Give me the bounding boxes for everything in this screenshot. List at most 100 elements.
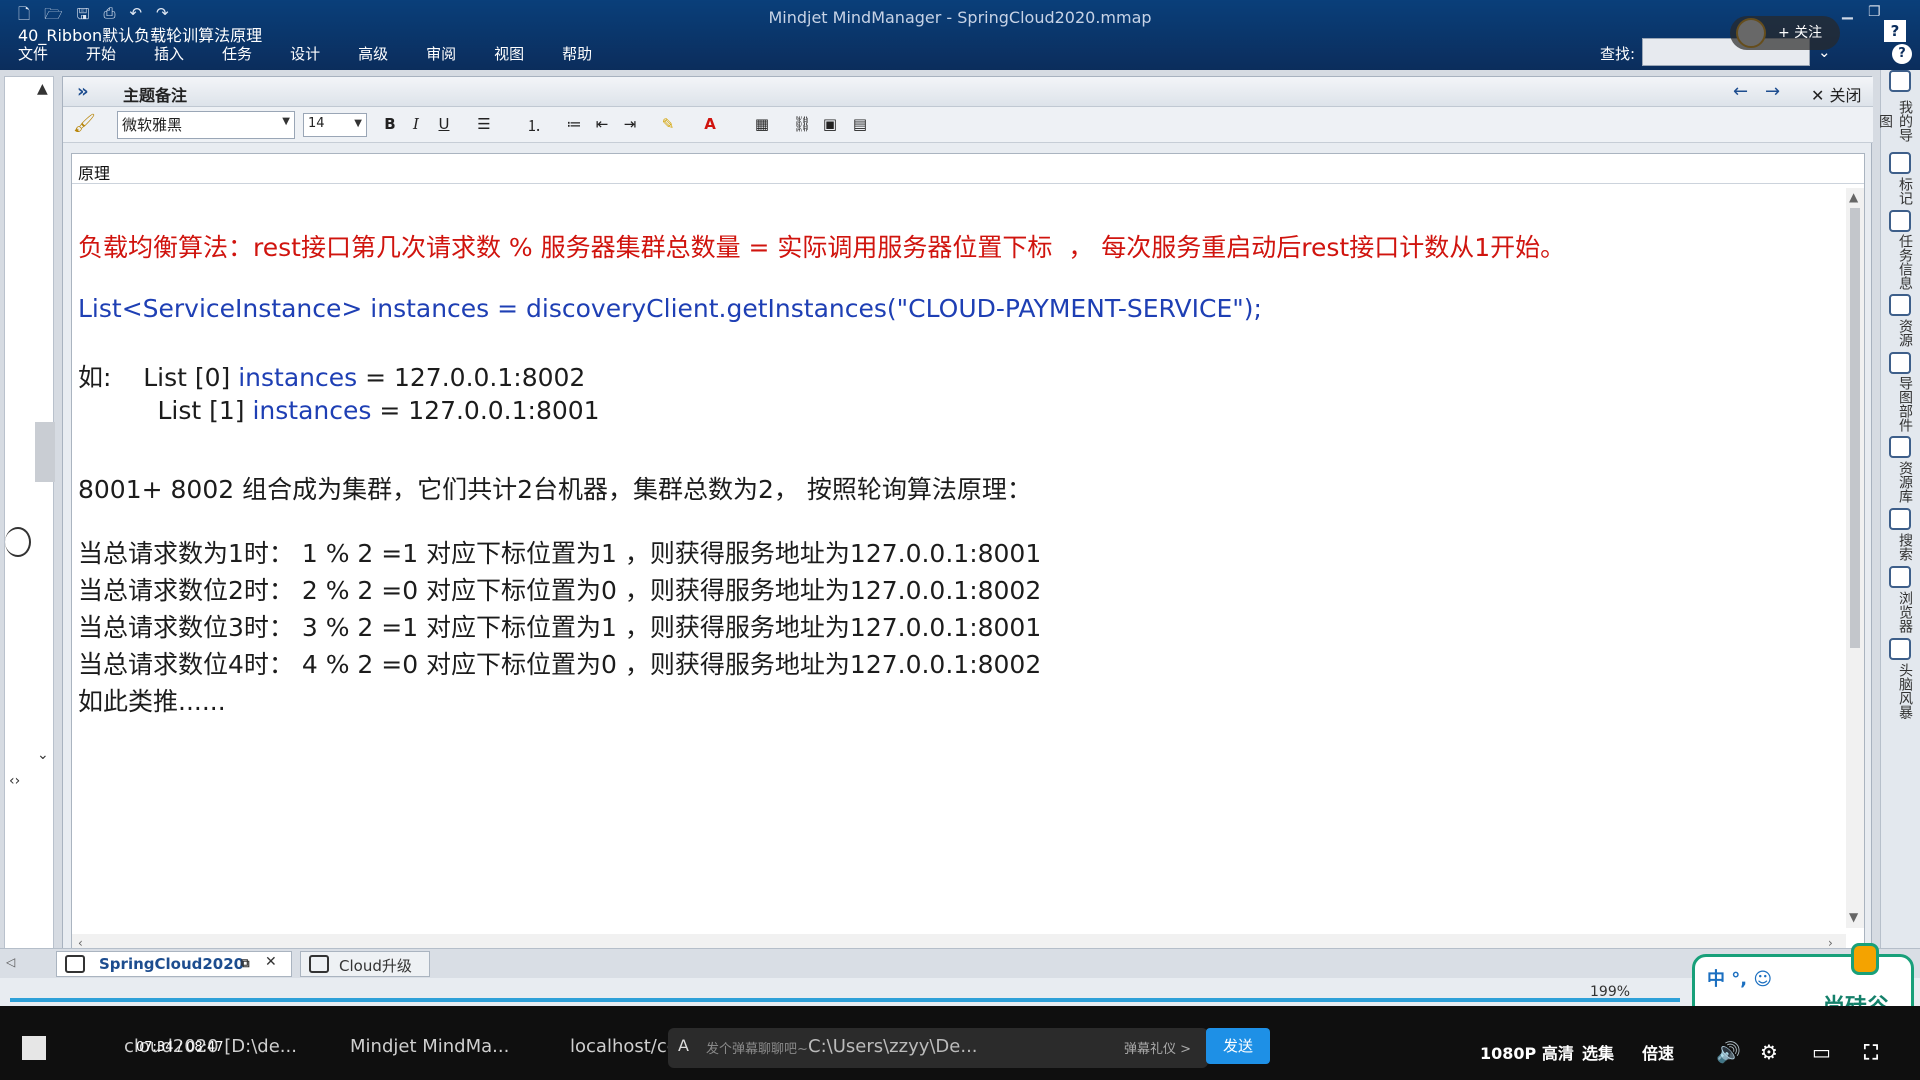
sidebar-search[interactable]: 搜索	[1887, 532, 1915, 562]
menu-advanced[interactable]: 高级	[340, 44, 408, 68]
markers-icon[interactable]	[1889, 152, 1911, 174]
image-icon[interactable]: ▣	[819, 115, 841, 133]
close-label: 关闭	[1829, 86, 1862, 105]
tab-scroll-left-icon[interactable]: ◁	[6, 955, 15, 969]
outdent-icon[interactable]: ⇤	[591, 115, 613, 133]
volume-icon[interactable]: 🔊	[1716, 1040, 1741, 1064]
help-circle-icon[interactable]: ?	[1892, 44, 1912, 64]
pin-icon[interactable]: ⧉	[241, 956, 250, 971]
italic-button[interactable]: I	[405, 115, 427, 133]
episodes-button[interactable]: 选集	[1582, 1040, 1614, 1064]
danmu-style-icon[interactable]: A	[678, 1036, 689, 1055]
table-icon[interactable]: ▦	[751, 115, 773, 133]
danmu-input[interactable]: A 发个弹幕聊聊吧~ C:\Users\zzyy\De... 弹幕礼仪 >	[668, 1028, 1208, 1068]
arrow-right-icon[interactable]: →	[1765, 81, 1780, 102]
tab-springcloud2020[interactable]: SpringCloud2020 ⧉ ✕	[56, 951, 292, 977]
find-label: 查找:	[1600, 45, 1636, 63]
vertical-scrollbar[interactable]: ▲ ▼	[1846, 188, 1864, 928]
font-color-icon[interactable]: A	[699, 115, 721, 133]
map-scrollbar-thumb[interactable]	[35, 422, 55, 482]
library-icon[interactable]	[1889, 436, 1911, 458]
quality-button[interactable]: 1080P 高清	[1480, 1040, 1574, 1064]
map-parts-icon[interactable]	[1889, 352, 1911, 374]
chevron-up-icon[interactable]: ▲	[1849, 190, 1858, 204]
task-item-mindmanager[interactable]: Mindjet MindMa...	[350, 1036, 509, 1057]
menu-help[interactable]: 帮助	[544, 44, 612, 68]
task-info-icon[interactable]	[1889, 210, 1911, 232]
zoom-level[interactable]: 199%	[1590, 984, 1630, 1000]
close-notes-button[interactable]: ✕ 关闭	[1811, 82, 1862, 106]
sidebar-resources[interactable]: 资源	[1887, 318, 1915, 348]
send-danmu-button[interactable]: 发送	[1206, 1028, 1270, 1064]
gear-icon[interactable]: ⚙	[1760, 1040, 1778, 1064]
highlight-icon[interactable]: ✎	[657, 115, 679, 133]
align-icon[interactable]: ☰	[473, 115, 495, 133]
collapse-icon[interactable]: ‹›	[9, 773, 20, 789]
chevron-down-icon[interactable]: ▼	[1849, 910, 1858, 924]
notes-body[interactable]: 负载均衡算法：rest接口第几次请求数 % 服务器集群总数量 = 实际调用服务器…	[78, 190, 1838, 920]
link-icon[interactable]: ⛓	[791, 115, 813, 133]
notes-header: » 主题备注 ← → ✕ 关闭	[63, 77, 1873, 107]
resources-icon[interactable]	[1889, 294, 1911, 316]
menu-file[interactable]: 文件	[0, 44, 68, 68]
map-icon	[65, 955, 85, 973]
font-family-select[interactable]: 微软雅黑 ▼	[117, 111, 295, 139]
restore-icon[interactable]: ❐	[1868, 4, 1881, 20]
menu-insert[interactable]: 插入	[136, 44, 204, 68]
indent-icon[interactable]: ⇥	[619, 115, 641, 133]
chevron-down-icon: ▼	[282, 116, 290, 127]
speed-button[interactable]: 倍速	[1642, 1040, 1674, 1064]
task-item-explorer[interactable]: C:\Users\zzyy\De...	[808, 1036, 978, 1057]
tab-cloud-upgrade[interactable]: Cloud升级	[300, 951, 430, 977]
topic-notes-panel: » 主题备注 ← → ✕ 关闭 🖌 微软雅黑 ▼ 14 ▼ B I U ☰ ⒈ ≔ …	[62, 76, 1873, 962]
format-painter-icon[interactable]: 🖌	[73, 113, 96, 134]
help-icon[interactable]: ?	[1884, 20, 1906, 42]
scrollbar-thumb[interactable]	[1850, 208, 1860, 648]
ime-indicator[interactable]: 中 °, ☺	[1707, 965, 1772, 991]
language-icon[interactable]: ⌄	[1818, 43, 1831, 61]
menu-view[interactable]: 视图	[476, 44, 544, 68]
sidebar-markers[interactable]: 标记	[1887, 176, 1915, 206]
insert-object-icon[interactable]: ▤	[849, 115, 871, 133]
map-pane[interactable]: ▲ ⌄ ‹›	[4, 76, 55, 956]
menu-task[interactable]: 任务	[204, 44, 272, 68]
menu-design[interactable]: 设计	[272, 44, 340, 68]
sidebar-map-parts[interactable]: 导图部件	[1887, 376, 1915, 432]
browser-icon[interactable]	[1889, 566, 1911, 588]
example-line-2: List [1] instances = 127.0.0.1:8001	[78, 396, 599, 425]
my-maps-icon[interactable]	[1889, 70, 1911, 92]
bullet-list-icon[interactable]: ≔	[563, 115, 585, 133]
sidebar-task-info[interactable]: 任务信息	[1887, 234, 1915, 290]
request-line-3: 当总请求数位3时： 3 % 2 =1 对应下标位置为1 ，则获得服务地址为127…	[78, 613, 1042, 642]
close-tab-icon[interactable]: ✕	[265, 954, 277, 970]
video-progress-bar[interactable]	[10, 998, 1680, 1002]
fullscreen-icon[interactable]: ⛶	[1864, 1040, 1878, 1064]
danmu-etiquette-link[interactable]: 弹幕礼仪 >	[1124, 1038, 1191, 1057]
notes-document[interactable]: 原理 负载均衡算法：rest接口第几次请求数 % 服务器集群总数量 = 实际调用…	[71, 153, 1865, 953]
expand-icon[interactable]: »	[77, 81, 89, 102]
pip-icon[interactable]: ▭	[1812, 1040, 1831, 1064]
scroll-up-icon[interactable]: ▲	[37, 81, 48, 97]
sidebar-browser[interactable]: 浏览器	[1887, 590, 1915, 634]
minimize-icon[interactable]: ▁	[1842, 4, 1853, 20]
sidebar-my-maps[interactable]: 我的导图	[1877, 94, 1915, 148]
bold-button[interactable]: B	[379, 115, 401, 133]
start-icon[interactable]	[22, 1036, 46, 1060]
code-line: List<ServiceInstance> instances = discov…	[78, 294, 1262, 323]
sidebar-library[interactable]: 资源库	[1887, 460, 1915, 504]
notes-title: 主题备注	[123, 86, 188, 105]
request-line-1: 当总请求数为1时： 1 % 2 =1 对应下标位置为1 ，则获得服务地址为127…	[78, 539, 1042, 568]
numbered-list-icon[interactable]: ⒈	[523, 115, 545, 136]
menu-review[interactable]: 审阅	[408, 44, 476, 68]
arrow-left-icon[interactable]: ←	[1733, 81, 1748, 102]
example-var: instances	[252, 396, 372, 425]
sidebar-brainstorm[interactable]: 头脑风暴	[1887, 662, 1915, 720]
underline-button[interactable]: U	[433, 115, 455, 133]
brainstorm-icon[interactable]	[1889, 638, 1911, 660]
menu-home[interactable]: 开始	[68, 44, 136, 68]
scroll-down-icon[interactable]: ⌄	[37, 747, 49, 763]
search-icon[interactable]	[1889, 508, 1911, 530]
right-sidebar: 我的导图 标记 任务信息 资源 导图部件 资源库 搜索 浏览器 头脑风暴	[1877, 70, 1920, 1006]
topic-node-fragment[interactable]	[5, 527, 31, 557]
font-size-select[interactable]: 14 ▼	[303, 113, 367, 137]
